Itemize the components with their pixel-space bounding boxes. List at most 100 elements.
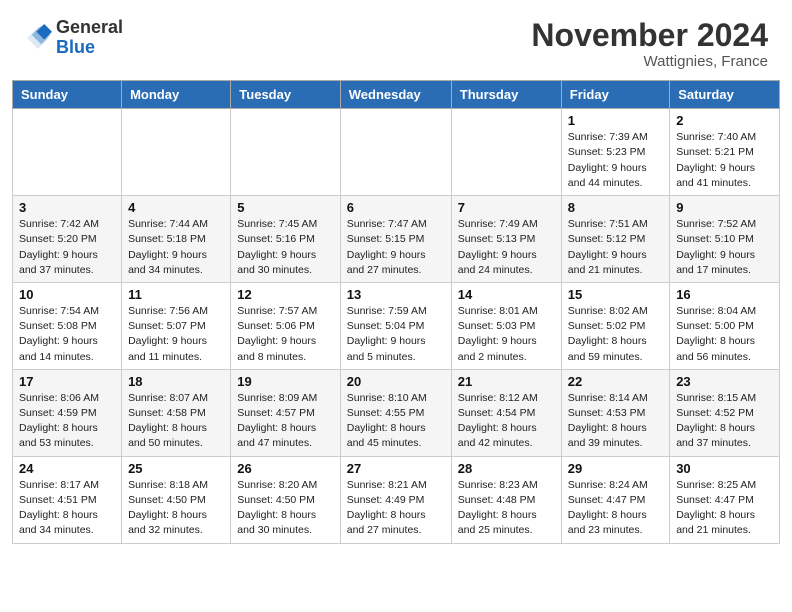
day-cell: 9 Sunrise: 7:52 AM Sunset: 5:10 PM Daylig… <box>670 196 780 283</box>
day-cell: 27 Sunrise: 8:21 AM Sunset: 4:49 PM Dayli… <box>340 456 451 543</box>
day-info: Sunrise: 8:12 AM Sunset: 4:54 PM Dayligh… <box>458 391 555 452</box>
day-number: 10 <box>19 287 115 302</box>
col-header-sunday: Sunday <box>13 81 122 109</box>
day-number: 22 <box>568 374 663 389</box>
day-info: Sunrise: 7:51 AM Sunset: 5:12 PM Dayligh… <box>568 217 663 278</box>
day-cell: 20Sunrise: 8:10 AM Sunset: 4:55 PM Dayli… <box>340 369 451 456</box>
day-number: 12 <box>237 287 333 302</box>
day-cell: 3Sunrise: 7:42 AM Sunset: 5:20 PM Daylig… <box>13 196 122 283</box>
day-cell: 15 Sunrise: 8:02 AM Sunset: 5:02 PM Dayli… <box>561 282 669 369</box>
day-number: 15 <box>568 287 663 302</box>
day-number: 4 <box>128 200 224 215</box>
day-info: Sunrise: 8:18 AM Sunset: 4:50 PM Dayligh… <box>128 478 224 539</box>
day-info: Sunrise: 8:10 AM Sunset: 4:55 PM Dayligh… <box>347 391 445 452</box>
day-number: 19 <box>237 374 333 389</box>
day-cell: 19Sunrise: 8:09 AM Sunset: 4:57 PM Dayli… <box>231 369 340 456</box>
day-number: 24 <box>19 461 115 476</box>
day-number: 27 <box>347 461 445 476</box>
day-cell <box>451 109 561 196</box>
day-number: 28 <box>458 461 555 476</box>
day-cell: 28 Sunrise: 8:23 AM Sunset: 4:48 PM Dayli… <box>451 456 561 543</box>
logo: General Blue <box>24 18 123 58</box>
day-info: Sunrise: 8:24 AM Sunset: 4:47 PM Dayligh… <box>568 478 663 539</box>
col-header-friday: Friday <box>561 81 669 109</box>
day-cell: 21Sunrise: 8:12 AM Sunset: 4:54 PM Dayli… <box>451 369 561 456</box>
day-number: 7 <box>458 200 555 215</box>
logo-general: General <box>56 18 123 38</box>
day-cell: 8 Sunrise: 7:51 AM Sunset: 5:12 PM Daylig… <box>561 196 669 283</box>
day-info: Sunrise: 8:17 AM Sunset: 4:51 PM Dayligh… <box>19 478 115 539</box>
day-cell: 10 Sunrise: 7:54 AM Sunset: 5:08 PM Dayli… <box>13 282 122 369</box>
day-info: Sunrise: 8:21 AM Sunset: 4:49 PM Dayligh… <box>347 478 445 539</box>
logo-blue: Blue <box>56 38 123 58</box>
day-cell: 7 Sunrise: 7:49 AM Sunset: 5:13 PM Daylig… <box>451 196 561 283</box>
day-number: 11 <box>128 287 224 302</box>
day-info: Sunrise: 7:52 AM Sunset: 5:10 PM Dayligh… <box>676 217 773 278</box>
month-title: November 2024 <box>531 18 768 53</box>
day-info: Sunrise: 8:02 AM Sunset: 5:02 PM Dayligh… <box>568 304 663 365</box>
day-number: 14 <box>458 287 555 302</box>
calendar-body: 1 Sunrise: 7:39 AM Sunset: 5:23 PM Daylig… <box>13 109 780 543</box>
day-info: Sunrise: 8:14 AM Sunset: 4:53 PM Dayligh… <box>568 391 663 452</box>
week-row-4: 17 Sunrise: 8:06 AM Sunset: 4:59 PM Dayli… <box>13 369 780 456</box>
day-cell: 13Sunrise: 7:59 AM Sunset: 5:04 PM Dayli… <box>340 282 451 369</box>
day-info: Sunrise: 7:57 AM Sunset: 5:06 PM Dayligh… <box>237 304 333 365</box>
day-info: Sunrise: 7:45 AM Sunset: 5:16 PM Dayligh… <box>237 217 333 278</box>
title-area: November 2024 Wattignies, France <box>531 18 768 70</box>
day-info: Sunrise: 7:42 AM Sunset: 5:20 PM Dayligh… <box>19 217 115 278</box>
calendar-table: SundayMondayTuesdayWednesdayThursdayFrid… <box>12 80 780 543</box>
day-info: Sunrise: 7:40 AM Sunset: 5:21 PM Dayligh… <box>676 130 773 191</box>
col-header-tuesday: Tuesday <box>231 81 340 109</box>
header-row: SundayMondayTuesdayWednesdayThursdayFrid… <box>13 81 780 109</box>
day-cell: 2Sunrise: 7:40 AM Sunset: 5:21 PM Daylig… <box>670 109 780 196</box>
week-row-1: 1 Sunrise: 7:39 AM Sunset: 5:23 PM Daylig… <box>13 109 780 196</box>
day-number: 9 <box>676 200 773 215</box>
day-cell: 17 Sunrise: 8:06 AM Sunset: 4:59 PM Dayli… <box>13 369 122 456</box>
day-info: Sunrise: 7:54 AM Sunset: 5:08 PM Dayligh… <box>19 304 115 365</box>
day-cell: 14 Sunrise: 8:01 AM Sunset: 5:03 PM Dayli… <box>451 282 561 369</box>
day-info: Sunrise: 8:25 AM Sunset: 4:47 PM Dayligh… <box>676 478 773 539</box>
day-info: Sunrise: 8:20 AM Sunset: 4:50 PM Dayligh… <box>237 478 333 539</box>
day-number: 16 <box>676 287 773 302</box>
day-info: Sunrise: 8:23 AM Sunset: 4:48 PM Dayligh… <box>458 478 555 539</box>
day-number: 26 <box>237 461 333 476</box>
day-cell: 16 Sunrise: 8:04 AM Sunset: 5:00 PM Dayli… <box>670 282 780 369</box>
day-info: Sunrise: 7:49 AM Sunset: 5:13 PM Dayligh… <box>458 217 555 278</box>
col-header-monday: Monday <box>122 81 231 109</box>
day-info: Sunrise: 7:59 AM Sunset: 5:04 PM Dayligh… <box>347 304 445 365</box>
day-info: Sunrise: 8:01 AM Sunset: 5:03 PM Dayligh… <box>458 304 555 365</box>
week-row-5: 24 Sunrise: 8:17 AM Sunset: 4:51 PM Dayli… <box>13 456 780 543</box>
logo-icon <box>24 24 52 52</box>
day-cell <box>13 109 122 196</box>
day-cell: 25Sunrise: 8:18 AM Sunset: 4:50 PM Dayli… <box>122 456 231 543</box>
day-cell: 23 Sunrise: 8:15 AM Sunset: 4:52 PM Dayli… <box>670 369 780 456</box>
day-cell <box>231 109 340 196</box>
header: General Blue November 2024 Wattignies, F… <box>0 0 792 80</box>
week-row-3: 10 Sunrise: 7:54 AM Sunset: 5:08 PM Dayli… <box>13 282 780 369</box>
location: Wattignies, France <box>531 53 768 70</box>
day-cell: 29 Sunrise: 8:24 AM Sunset: 4:47 PM Dayli… <box>561 456 669 543</box>
day-info: Sunrise: 8:15 AM Sunset: 4:52 PM Dayligh… <box>676 391 773 452</box>
day-cell: 22 Sunrise: 8:14 AM Sunset: 4:53 PM Dayli… <box>561 369 669 456</box>
calendar-header: SundayMondayTuesdayWednesdayThursdayFrid… <box>13 81 780 109</box>
day-info: Sunrise: 8:04 AM Sunset: 5:00 PM Dayligh… <box>676 304 773 365</box>
day-number: 29 <box>568 461 663 476</box>
day-number: 8 <box>568 200 663 215</box>
day-number: 23 <box>676 374 773 389</box>
day-cell: 6Sunrise: 7:47 AM Sunset: 5:15 PM Daylig… <box>340 196 451 283</box>
day-number: 1 <box>568 113 663 128</box>
day-number: 6 <box>347 200 445 215</box>
day-info: Sunrise: 7:39 AM Sunset: 5:23 PM Dayligh… <box>568 130 663 191</box>
day-info: Sunrise: 7:56 AM Sunset: 5:07 PM Dayligh… <box>128 304 224 365</box>
day-cell: 26 Sunrise: 8:20 AM Sunset: 4:50 PM Dayli… <box>231 456 340 543</box>
day-info: Sunrise: 8:06 AM Sunset: 4:59 PM Dayligh… <box>19 391 115 452</box>
day-cell: 1 Sunrise: 7:39 AM Sunset: 5:23 PM Daylig… <box>561 109 669 196</box>
day-cell: 30 Sunrise: 8:25 AM Sunset: 4:47 PM Dayli… <box>670 456 780 543</box>
day-info: Sunrise: 8:07 AM Sunset: 4:58 PM Dayligh… <box>128 391 224 452</box>
day-number: 5 <box>237 200 333 215</box>
col-header-wednesday: Wednesday <box>340 81 451 109</box>
day-cell: 12 Sunrise: 7:57 AM Sunset: 5:06 PM Dayli… <box>231 282 340 369</box>
col-header-saturday: Saturday <box>670 81 780 109</box>
day-number: 17 <box>19 374 115 389</box>
day-number: 30 <box>676 461 773 476</box>
